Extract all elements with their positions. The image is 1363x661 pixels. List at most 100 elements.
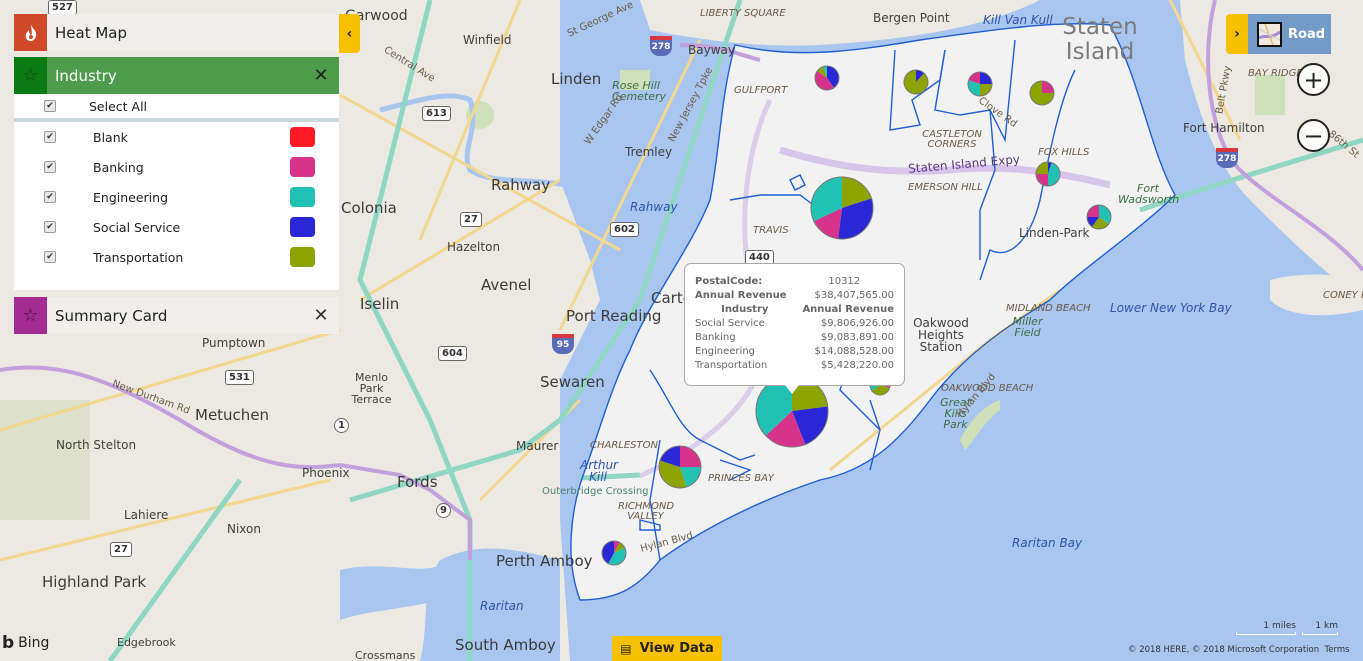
industry-color-swatch[interactable]	[290, 157, 315, 177]
map-label: Menlo Park Terrace	[351, 371, 392, 406]
map-label: Hazelton	[447, 240, 501, 254]
chevron-left-icon: ‹	[346, 25, 353, 42]
map-label: Fords	[397, 473, 438, 491]
industry-color-swatch[interactable]	[290, 127, 315, 147]
industry-item-label: Social Service	[93, 219, 181, 235]
map-label: Sewaren	[540, 373, 605, 391]
industry-checkbox[interactable]: ✔	[44, 191, 56, 203]
pie-marker[interactable]	[903, 69, 929, 95]
pie-marker[interactable]	[658, 445, 702, 489]
pie-marker[interactable]	[1029, 80, 1055, 106]
collapse-panel-button[interactable]: ‹	[339, 14, 360, 53]
industry-color-swatch[interactable]	[290, 187, 315, 207]
pie-marker[interactable]	[967, 71, 993, 97]
tooltip-pointer	[785, 385, 799, 394]
pie-marker[interactable]	[810, 176, 874, 240]
tooltip-revenue: $14,088,528.00	[814, 345, 894, 357]
map-style-button[interactable]: Road	[1248, 14, 1331, 54]
industry-checkbox[interactable]: ✔	[44, 161, 56, 173]
map-label: Port Reading	[566, 307, 662, 325]
route-shield: 527	[48, 0, 77, 15]
interstate-shield: 95	[552, 334, 574, 354]
water-label: Kill Van Kull	[983, 13, 1053, 27]
industry-checkbox[interactable]: ✔	[44, 221, 56, 233]
heat-map-label: Heat Map	[55, 23, 128, 42]
close-icon: ✕	[313, 305, 329, 326]
select-all-checkbox[interactable]: ✔	[44, 100, 56, 112]
map-label: Fort Hamilton	[1183, 121, 1265, 135]
district-label: RICHMOND VALLEY	[618, 501, 675, 522]
map-label: Phoenix	[302, 466, 350, 480]
map-label: North Stelton	[56, 438, 137, 452]
district-label: BAY RIDGE	[1248, 68, 1303, 79]
select-all-row[interactable]: ✔ Select All	[14, 94, 339, 122]
route-shield: 531	[225, 370, 254, 385]
map-style-label: Road	[1288, 26, 1326, 42]
industry-checkbox[interactable]: ✔	[44, 251, 56, 263]
select-all-label: Select All	[89, 98, 148, 114]
terms-link[interactable]: Terms	[1325, 645, 1350, 655]
view-data-button[interactable]: ▤ View Data	[612, 636, 722, 661]
map-label: Oakwood Heights Station	[913, 316, 969, 354]
zoom-out-button[interactable]: −	[1297, 119, 1330, 152]
interstate-shield: 278	[650, 36, 672, 56]
star-icon: ☆	[14, 297, 47, 334]
industry-filter-item[interactable]: ✔ Transportation	[14, 242, 339, 272]
industry-color-swatch[interactable]	[290, 247, 315, 267]
water-label: Raritan Bay	[1012, 536, 1083, 550]
industry-filter-item[interactable]: ✔ Engineering	[14, 182, 339, 212]
industry-item-label: Banking	[93, 159, 144, 175]
industry-filter-list: ✔ Select All ✔ Blank ✔ Banking ✔ Engineering ✔…	[14, 94, 339, 290]
summary-card-label: Summary Card	[55, 306, 168, 325]
map-label: Lahiere	[124, 508, 169, 522]
industry-filter-item[interactable]: ✔ Social Service	[14, 212, 339, 242]
view-data-label: View Data	[639, 641, 714, 656]
map-label: Tremley	[625, 145, 673, 159]
summary-card-close-button[interactable]: ✕	[303, 297, 339, 334]
district-label: LIBERTY SQUARE	[700, 8, 786, 19]
route-shield: 604	[438, 346, 467, 361]
water-label: Arthur Kill	[580, 458, 618, 484]
road-map-thumbnail-icon	[1257, 21, 1282, 47]
industry-checkbox[interactable]: ✔	[44, 131, 56, 143]
tooltip-revenue: $9,083,891.00	[820, 331, 894, 343]
water-label: Rahway	[630, 200, 678, 214]
industry-layer-header[interactable]: ☆ Industry ✕	[14, 57, 339, 94]
revenue-column-header: Annual Revenue	[802, 303, 894, 315]
map-label: Linden	[551, 70, 602, 88]
pie-marker[interactable]	[814, 65, 840, 91]
map-label: Linden-Park	[1019, 226, 1090, 240]
bing-logo: b Bing	[2, 633, 49, 653]
industry-filter-item[interactable]: ✔ Blank	[14, 122, 339, 152]
map-label: Bergen Point	[873, 11, 950, 25]
scale-miles-label: 1 miles	[1263, 621, 1296, 631]
map-label: Rahway	[491, 176, 551, 194]
copyright: © 2018 HERE, © 2018 Microsoft Corporatio…	[1128, 645, 1350, 655]
tooltip-revenue: $5,428,220.00	[820, 359, 894, 371]
annual-revenue-label: Annual Revenue	[695, 289, 787, 301]
tooltip-revenue: $9,806,926.00	[820, 317, 894, 329]
pie-marker[interactable]	[601, 540, 627, 566]
postal-code-value: 10312	[828, 275, 861, 287]
star-icon: ☆	[14, 57, 47, 94]
close-icon: ✕	[313, 65, 329, 86]
route-shield: 9	[436, 503, 451, 518]
map-label: Winfield	[463, 33, 512, 47]
tooltip-industry: Social Service	[695, 317, 765, 329]
industry-filter-item[interactable]: ✔ Banking	[14, 152, 339, 182]
industry-item-label: Blank	[93, 129, 128, 145]
map-style-toggle[interactable]: ›	[1226, 14, 1248, 54]
industry-close-button[interactable]: ✕	[303, 57, 339, 94]
pie-marker[interactable]	[1035, 161, 1061, 187]
water-label: Raritan	[480, 599, 524, 613]
bing-label: Bing	[18, 635, 50, 651]
map-label: Crossmans	[355, 649, 416, 661]
pie-marker[interactable]	[1086, 204, 1112, 230]
copyright-text: © 2018 HERE, © 2018 Microsoft Corporatio…	[1128, 645, 1320, 655]
heat-map-layer-header[interactable]: Heat Map	[14, 14, 339, 51]
map-label: Pumptown	[202, 336, 266, 350]
industry-color-swatch[interactable]	[290, 217, 315, 237]
tooltip-row: Transportation $5,428,220.00	[695, 358, 894, 372]
zoom-in-button[interactable]: +	[1297, 63, 1330, 96]
summary-card-header[interactable]: ☆ Summary Card ✕	[14, 297, 339, 334]
